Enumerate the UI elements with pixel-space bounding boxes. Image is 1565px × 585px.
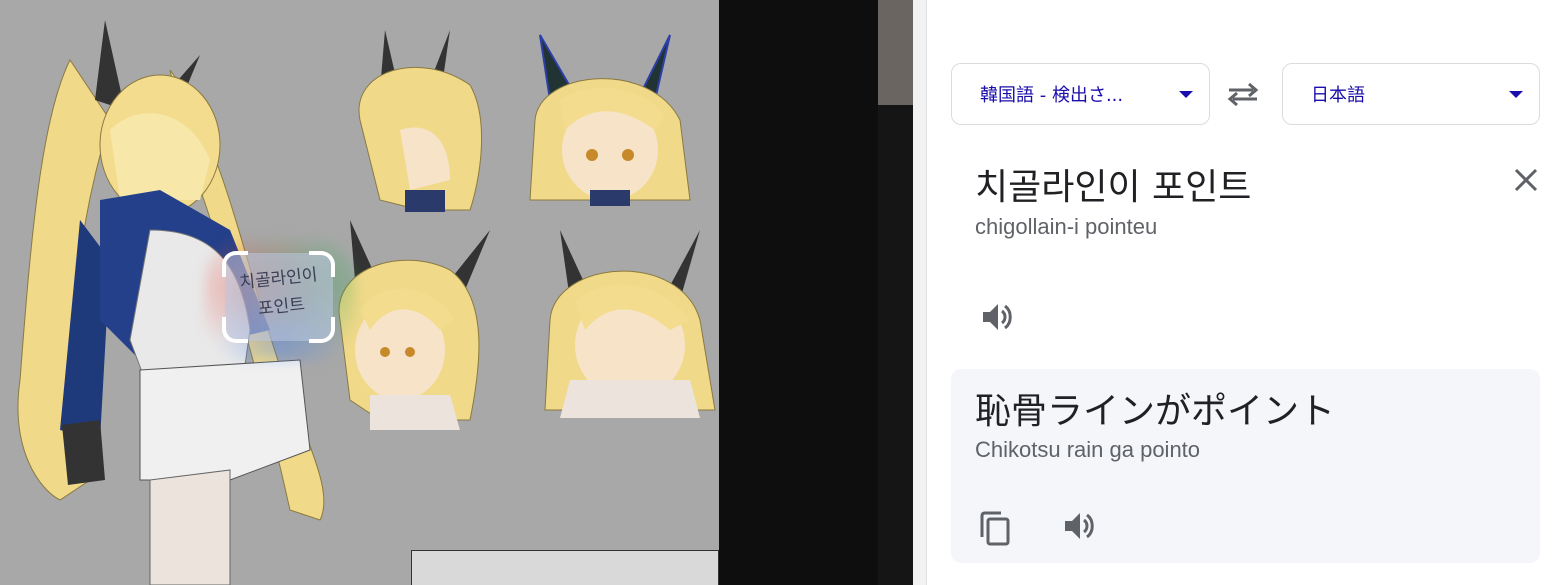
close-icon xyxy=(1514,168,1538,192)
copy-icon xyxy=(980,511,1010,546)
target-language-label: 日本語 xyxy=(1311,85,1365,106)
chevron-down-icon xyxy=(1509,90,1523,98)
target-language-select[interactable]: 日本語 xyxy=(1282,63,1540,125)
source-romanization: chigollain-i pointeu xyxy=(975,214,1158,239)
chevron-down-icon xyxy=(1179,90,1193,98)
character-design-sheet: 치골라인이 포인트 xyxy=(0,0,719,585)
image-viewer: 치골라인이 포인트 xyxy=(0,0,913,585)
translation-result-card: 恥骨ラインがポイント Chikotsu rain ga pointo xyxy=(951,369,1540,563)
panel-divider xyxy=(913,0,927,585)
head-sketch-closed-eyes xyxy=(544,230,716,418)
head-sketch-blush xyxy=(338,220,490,430)
sheet-caption-box xyxy=(411,550,719,585)
head-sketch-side xyxy=(358,30,483,212)
translation-panel: 韓国語 - 検出さ... 日本語 치골라인이 포인트 chigollain-i … xyxy=(927,0,1565,585)
head-sketch-front xyxy=(529,34,691,206)
background-strip-top xyxy=(878,0,913,105)
swap-languages-button[interactable] xyxy=(1223,78,1263,110)
source-language-label: 韓国語 - 検出さ... xyxy=(980,85,1124,106)
source-listen-button[interactable] xyxy=(979,299,1015,335)
translated-romanization: Chikotsu rain ga pointo xyxy=(975,437,1201,462)
source-text: 치골라인이 포인트 xyxy=(975,167,1252,208)
volume-icon xyxy=(1065,513,1094,539)
volume-icon xyxy=(983,304,1012,330)
translation-listen-button[interactable] xyxy=(1061,508,1097,544)
handwritten-note: 치골라인이 포인트 xyxy=(238,265,319,320)
swap-languages-icon xyxy=(1227,82,1259,106)
copy-button[interactable] xyxy=(979,511,1013,547)
clear-button[interactable] xyxy=(1511,165,1541,195)
source-language-select[interactable]: 韓国語 - 検出さ... xyxy=(951,63,1210,125)
character-illustration xyxy=(17,20,716,585)
translated-text: 恥骨ラインがポイント xyxy=(975,391,1336,432)
